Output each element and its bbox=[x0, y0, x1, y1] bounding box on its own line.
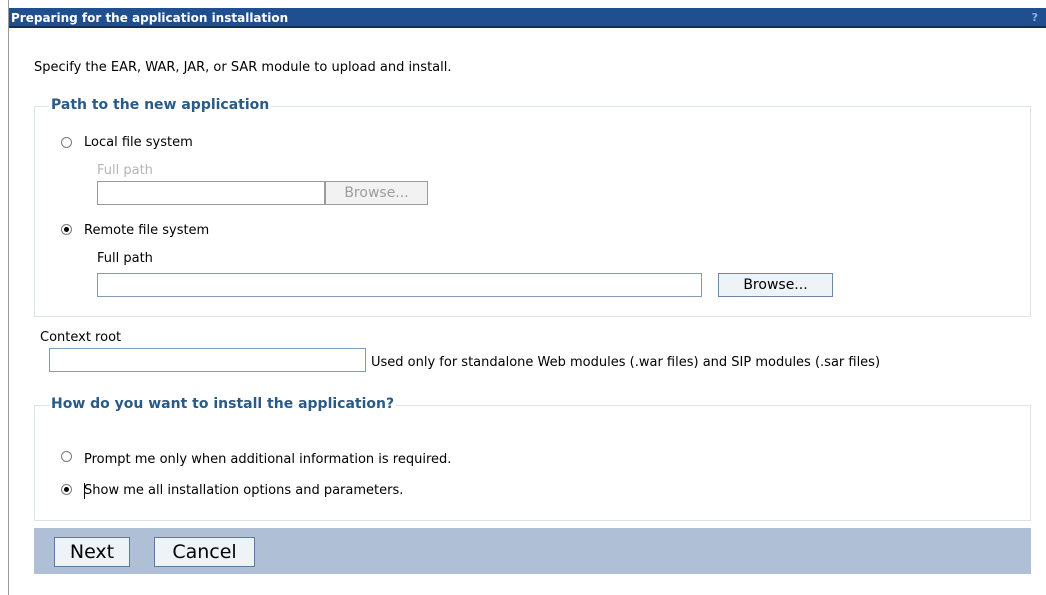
path-section-legend: Path to the new application bbox=[49, 97, 272, 113]
context-root-hint: Used only for standalone Web modules (.w… bbox=[371, 355, 881, 370]
window-title: Preparing for the application installati… bbox=[11, 11, 289, 25]
path-section: Path to the new application Local file s… bbox=[34, 97, 1031, 317]
help-icon[interactable]: ? bbox=[1032, 11, 1038, 24]
remote-file-system-radio[interactable] bbox=[61, 224, 72, 235]
cancel-button[interactable]: Cancel bbox=[154, 537, 255, 567]
title-bar: Preparing for the application installati… bbox=[9, 8, 1046, 28]
show-all-options-label: Show me all installation options and par… bbox=[84, 483, 404, 498]
context-root-label: Context root bbox=[40, 330, 122, 345]
local-file-system-label: Local file system bbox=[84, 135, 193, 150]
local-full-path-input[interactable] bbox=[97, 181, 325, 205]
install-options-legend: How do you want to install the applicati… bbox=[49, 396, 397, 412]
text-cursor bbox=[84, 483, 85, 499]
remote-file-system-label: Remote file system bbox=[84, 223, 210, 238]
next-button[interactable]: Next bbox=[54, 537, 130, 567]
left-border bbox=[8, 0, 9, 595]
remote-full-path-label: Full path bbox=[97, 251, 153, 266]
show-all-options-radio[interactable] bbox=[61, 484, 72, 495]
context-root-input[interactable] bbox=[49, 348, 366, 372]
remote-browse-button[interactable]: Browse... bbox=[718, 273, 833, 297]
prompt-only-label: Prompt me only when additional informati… bbox=[84, 452, 452, 467]
prompt-only-radio[interactable] bbox=[61, 451, 72, 462]
remote-full-path-input[interactable] bbox=[97, 273, 702, 297]
local-full-path-label: Full path bbox=[97, 163, 153, 178]
local-file-system-radio[interactable] bbox=[61, 137, 72, 148]
local-browse-button[interactable]: Browse... bbox=[325, 181, 428, 205]
intro-text: Specify the EAR, WAR, JAR, or SAR module… bbox=[34, 60, 452, 75]
install-options-section: How do you want to install the applicati… bbox=[34, 396, 1031, 521]
install-wizard-page: Preparing for the application installati… bbox=[0, 0, 1046, 595]
button-bar: Next Cancel bbox=[34, 528, 1031, 574]
